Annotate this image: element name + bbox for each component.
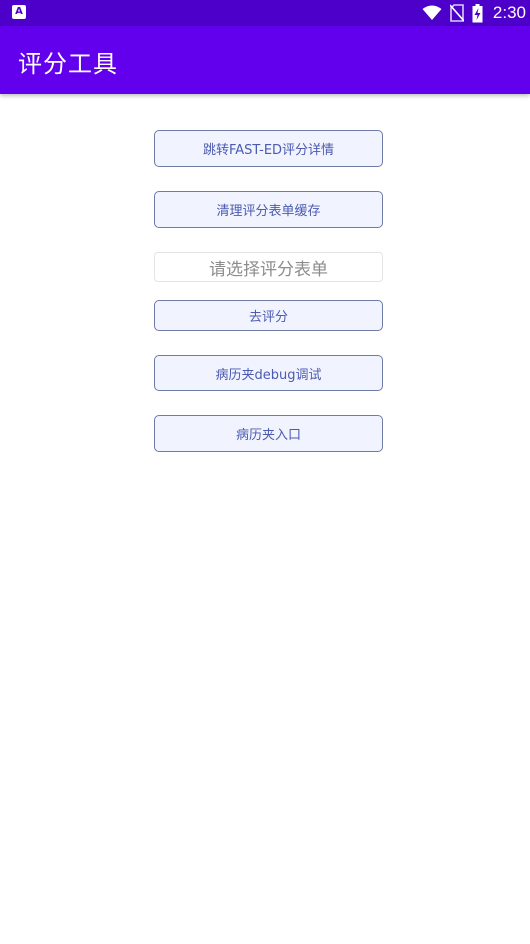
record-entry-button[interactable]: 病历夹入口 xyxy=(154,415,383,452)
battery-charging-icon xyxy=(472,3,483,23)
wifi-icon xyxy=(422,5,442,21)
status-time: 2:30 xyxy=(492,3,526,22)
record-debug-button[interactable]: 病历夹debug调试 xyxy=(154,355,383,391)
score-form-select[interactable]: 请选择评分表单 xyxy=(154,252,383,282)
no-sim-icon xyxy=(449,4,464,22)
jump-fast-ed-button[interactable]: 跳转FAST-ED评分详情 xyxy=(154,130,383,167)
clear-cache-button[interactable]: 清理评分表单缓存 xyxy=(154,191,383,228)
app-notification-icon: A xyxy=(12,5,26,19)
go-score-button[interactable]: 去评分 xyxy=(154,300,383,331)
app-bar: 评分工具 xyxy=(0,26,530,94)
status-bar: A 2:30 xyxy=(0,0,530,26)
status-icons: 2:30 xyxy=(422,0,526,26)
app-title: 评分工具 xyxy=(18,50,118,78)
